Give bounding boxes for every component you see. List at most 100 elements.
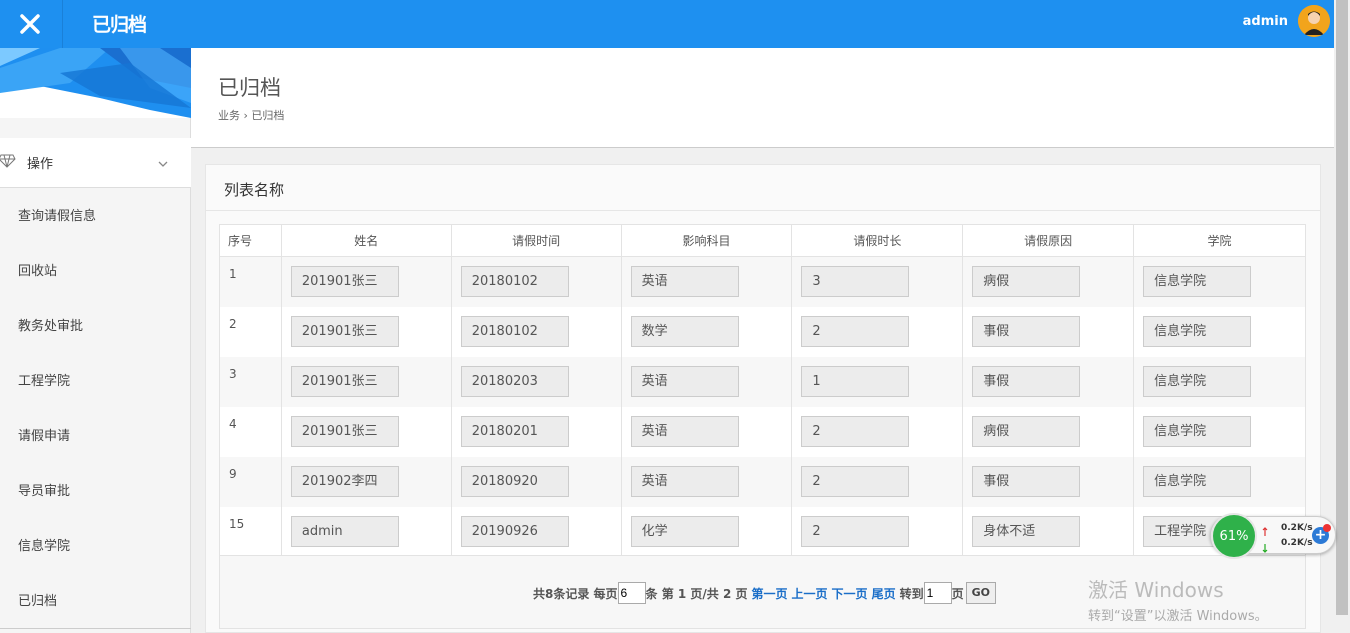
reason-field[interactable]: 事假 <box>972 365 1081 397</box>
duration-field[interactable]: 3 <box>801 266 910 297</box>
row-index: 3 <box>219 356 282 407</box>
date-field[interactable]: 20180203 <box>460 365 569 397</box>
close-icon[interactable] <box>0 0 60 48</box>
name-field[interactable]: 201901张三 <box>290 415 399 447</box>
go-button[interactable]: GO <box>965 582 996 604</box>
column-header: 请假时间 <box>450 224 622 257</box>
top-divider <box>62 0 63 48</box>
pager-page-info: 条 第 1 页/共 2 页 <box>645 586 748 601</box>
date-field[interactable]: 20180201 <box>460 415 569 447</box>
date-field[interactable]: 20180102 <box>460 315 569 347</box>
reason-field[interactable]: 身体不适 <box>972 515 1081 547</box>
scrollbar-thumb[interactable] <box>1336 0 1348 615</box>
name-field[interactable]: 201901张三 <box>290 365 399 397</box>
last-page-link[interactable]: 尾页 <box>872 585 896 602</box>
upload-speed: 0.2K/s <box>1281 523 1313 533</box>
sidebar-group-operations[interactable]: 操作 <box>0 138 191 188</box>
page-title: 已归档 <box>218 76 281 100</box>
column-header: 学院 <box>1133 224 1306 257</box>
duration-field[interactable]: 2 <box>801 465 910 497</box>
table-row: 15 admin 20190926 化学 2 身体不适 工程学院 <box>219 506 1306 557</box>
row-index: 9 <box>219 456 282 507</box>
row-index: 2 <box>219 306 282 357</box>
name-field[interactable]: admin <box>290 515 399 547</box>
name-field[interactable]: 201902李四 <box>290 465 399 497</box>
name-field[interactable]: 201901张三 <box>290 266 399 297</box>
next-page-link[interactable]: 下一页 <box>832 585 868 602</box>
reason-field[interactable]: 病假 <box>972 415 1081 447</box>
duration-field[interactable]: 2 <box>801 315 910 347</box>
duration-field[interactable]: 2 <box>801 515 910 547</box>
sidebar: 操作 查询请假信息 回收站 教务处审批 工程学院 请假申请 导员审批 信息学院 … <box>0 48 191 633</box>
prev-page-link[interactable]: 上一页 <box>792 585 828 602</box>
duration-field[interactable]: 2 <box>801 415 910 447</box>
row-index: 15 <box>219 506 282 557</box>
sidebar-item-recycle-bin[interactable]: 回收站 <box>0 244 191 299</box>
goto-page-input[interactable] <box>923 582 952 604</box>
column-header: 姓名 <box>280 224 452 257</box>
per-page-input[interactable] <box>617 582 646 604</box>
sidebar-banner <box>0 48 191 118</box>
college-field[interactable]: 信息学院 <box>1143 465 1252 497</box>
college-field[interactable]: 信息学院 <box>1143 415 1252 447</box>
subject-field[interactable]: 英语 <box>630 415 739 447</box>
subject-field[interactable]: 英语 <box>630 465 739 497</box>
network-usage-ball[interactable]: 61% <box>1211 513 1257 559</box>
sidebar-group-label: 操作 <box>27 157 54 172</box>
page-suffix: 页 <box>951 586 964 601</box>
chevron-down-icon <box>157 154 169 173</box>
reason-field[interactable]: 事假 <box>972 465 1081 497</box>
subject-field[interactable]: 化学 <box>630 515 739 547</box>
table-row: 9 201902李四 20180920 英语 2 事假 信息学院 <box>219 456 1306 507</box>
reason-field[interactable]: 事假 <box>972 315 1081 347</box>
row-index: 1 <box>219 256 282 307</box>
date-field[interactable]: 20180102 <box>460 266 569 297</box>
panel-divider <box>206 210 1320 211</box>
pagination: 共8条记录 每页 条 第 1 页/共 2 页 第一页 上一页 下一页 尾页 转到… <box>533 582 996 604</box>
first-page-link[interactable]: 第一页 <box>752 585 788 602</box>
windows-activation-watermark: 激活 Windows 转到“设置”以激活 Windows。 <box>1088 574 1268 624</box>
date-field[interactable]: 20180920 <box>460 465 569 497</box>
user-name[interactable]: admin <box>1243 14 1288 29</box>
subject-field[interactable]: 英语 <box>630 266 739 297</box>
college-field[interactable]: 信息学院 <box>1143 266 1252 297</box>
watermark-line1: 激活 Windows <box>1088 578 1224 602</box>
goto-label: 转到 <box>899 586 924 601</box>
notification-dot <box>1323 524 1331 532</box>
sidebar-item-leave-request[interactable]: 请假申请 <box>0 409 191 464</box>
pager-total-text: 共8条记录 每页 <box>533 586 618 601</box>
name-field[interactable]: 201901张三 <box>290 315 399 347</box>
avatar[interactable] <box>1298 5 1330 37</box>
panel-title: 列表名称 <box>224 181 285 199</box>
column-header: 影响科目 <box>620 224 793 257</box>
reason-field[interactable]: 病假 <box>972 266 1081 297</box>
sidebar-item-archived[interactable]: 已归档 <box>0 574 191 629</box>
subject-field[interactable]: 数学 <box>630 315 739 347</box>
download-speed: 0.2K/s <box>1281 538 1313 548</box>
table-row: 1 201901张三 20180102 英语 3 病假 信息学院 <box>219 256 1306 307</box>
duration-field[interactable]: 1 <box>801 365 910 397</box>
column-header: 序号 <box>219 224 282 257</box>
sidebar-item-engineering[interactable]: 工程学院 <box>0 354 191 409</box>
breadcrumb: 业务 › 已归档 <box>218 109 285 122</box>
sidebar-item-info-college[interactable]: 信息学院 <box>0 519 191 574</box>
college-field[interactable]: 信息学院 <box>1143 315 1252 347</box>
table-row: 4 201901张三 20180201 英语 2 病假 信息学院 <box>219 406 1306 457</box>
download-arrow-icon <box>1262 538 1268 557</box>
table-header-row: 序号 姓名 请假时间 影响科目 请假时长 请假原因 学院 <box>219 224 1306 257</box>
sidebar-item-academic-approval[interactable]: 教务处审批 <box>0 299 191 354</box>
diamond-icon <box>0 153 16 172</box>
sidebar-item-query-leave[interactable]: 查询请假信息 <box>0 189 191 244</box>
archive-table: 序号 姓名 请假时间 影响科目 请假时长 请假原因 学院 1 201901张三 … <box>219 224 1306 557</box>
subject-field[interactable]: 英语 <box>630 365 739 397</box>
watermark-line2: 转到“设置”以激活 Windows。 <box>1088 609 1268 624</box>
sidebar-item-counselor-approval[interactable]: 导员审批 <box>0 464 191 519</box>
page-header: 已归档 业务 › 已归档 <box>191 48 1334 148</box>
date-field[interactable]: 20190926 <box>460 515 569 547</box>
college-field[interactable]: 信息学院 <box>1143 365 1252 397</box>
row-index: 4 <box>219 406 282 457</box>
table-row: 2 201901张三 20180102 数学 2 事假 信息学院 <box>219 306 1306 357</box>
table-row: 3 201901张三 20180203 英语 1 事假 信息学院 <box>219 356 1306 407</box>
column-header: 请假原因 <box>962 224 1135 257</box>
app-title: 已归档 <box>92 14 147 36</box>
